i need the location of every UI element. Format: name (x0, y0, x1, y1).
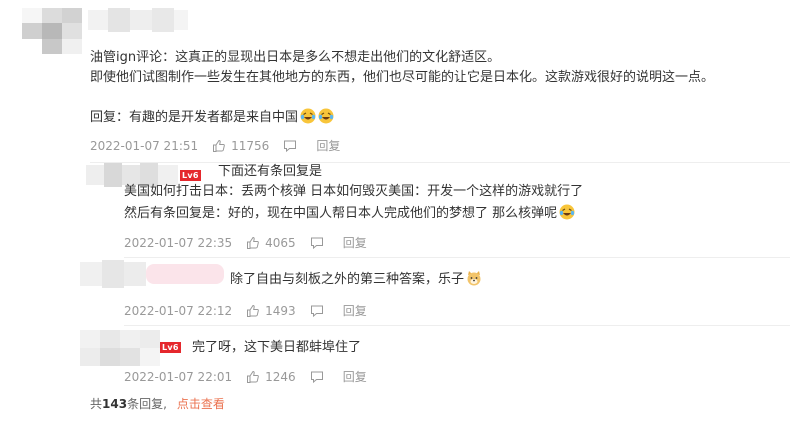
reply-meta: 2022-01-07 22:35 4065 回复 (124, 234, 367, 251)
doge-emoji-icon (467, 271, 481, 286)
laughing-crying-emoji-icon (559, 204, 575, 220)
footer-prefix: 共 (90, 397, 103, 411)
reply-count-footer: 共143条回复, 点击查看 (90, 395, 225, 412)
reply-timestamp: 2022-01-07 22:35 (124, 235, 233, 250)
reply-text-line-1: 下面还有条回复是 (218, 164, 323, 179)
blurred-username-image (80, 260, 224, 288)
reply-button[interactable]: 回复 (343, 368, 367, 385)
reply-text-line-3: 然后有条回复是：好的，现在中国人帮日本人完成他们的梦想了 那么核弹呢 (124, 204, 575, 224)
thumbs-up-icon (213, 139, 225, 152)
thumbs-up-icon (247, 370, 259, 383)
footer-suffix: 条回复, (127, 397, 167, 411)
blurred-username[interactable] (80, 260, 224, 288)
reply-text-line: 除了自由与刻板之外的第三种答案，乐子 (230, 270, 482, 290)
like-count: 1246 (265, 369, 296, 384)
comment-timestamp: 2022-01-07 21:51 (90, 138, 199, 153)
main-comment-reply-text: 回复：有趣的是开发者都是来自中国 (90, 110, 299, 125)
comment-bubble-icon (310, 371, 323, 383)
main-comment-meta: 2022-01-07 21:51 11756 回复 (90, 137, 340, 154)
comment-bubble-icon (284, 140, 297, 152)
comment-button[interactable] (310, 304, 329, 318)
reply-meta: 2022-01-07 22:01 1246 回复 (124, 368, 367, 385)
thumbs-up-icon (247, 304, 259, 317)
reply-text: 完了呀，这下美日都蚌埠住了 (192, 340, 362, 355)
comment-button[interactable] (310, 370, 329, 384)
divider (124, 325, 790, 326)
like-count: 4065 (265, 235, 296, 250)
reply-button[interactable]: 回复 (343, 234, 367, 251)
reply-timestamp: 2022-01-07 22:12 (124, 303, 233, 318)
reply-text-line-3-text: 然后有条回复是：好的，现在中国人帮日本人完成他们的梦想了 那么核弹呢 (124, 206, 558, 221)
reply-meta: 2022-01-07 22:12 1493 回复 (124, 302, 367, 319)
blurred-username[interactable] (88, 6, 188, 34)
view-all-replies-link[interactable]: 点击查看 (177, 397, 225, 411)
reply-text: 除了自由与刻板之外的第三种答案，乐子 (230, 272, 465, 287)
divider (124, 257, 790, 258)
like-button[interactable]: 4065 (246, 236, 296, 250)
like-button[interactable]: 1246 (246, 370, 296, 384)
comment-button[interactable] (310, 236, 329, 250)
blurred-username[interactable] (80, 330, 160, 366)
comment-button[interactable] (283, 139, 302, 153)
like-button[interactable]: 1493 (246, 304, 296, 318)
blurred-avatar-image (22, 8, 82, 54)
reply-button[interactable]: 回复 (316, 137, 340, 154)
laughing-crying-emoji-icon (300, 108, 316, 124)
main-comment-line-2: 即使他们试图制作一些发生在其他地方的东西，他们也尽可能的让它是日本化。这款游戏很… (90, 70, 715, 85)
like-count: 11756 (231, 138, 270, 153)
level-badge: Lv6 (160, 342, 181, 353)
avatar[interactable] (22, 8, 82, 54)
thumbs-up-icon (247, 236, 259, 249)
main-comment-line-1: 油管ign评论：这真正的显现出日本是多么不想走出他们的文化舒适区。 (90, 50, 501, 65)
comment-bubble-icon (310, 305, 323, 317)
reply-text-line-2: 美国如何打击日本：丢两个核弹 日本如何毁灭美国：开发一个这样的游戏就行了 (124, 184, 584, 199)
comment-bubble-icon (310, 237, 323, 249)
laughing-crying-emoji-icon (318, 108, 334, 124)
reply-total-count: 143 (102, 397, 128, 411)
level-badge: Lv6 (180, 170, 201, 181)
divider (90, 162, 790, 163)
main-comment-reply-line: 回复：有趣的是开发者都是来自中国 (90, 108, 334, 128)
like-count: 1493 (265, 303, 296, 318)
like-button[interactable]: 11756 (212, 139, 269, 153)
blurred-username-image (80, 330, 160, 366)
reply-button[interactable]: 回复 (343, 302, 367, 319)
blurred-username-image (88, 8, 188, 32)
reply-timestamp: 2022-01-07 22:01 (124, 369, 233, 384)
